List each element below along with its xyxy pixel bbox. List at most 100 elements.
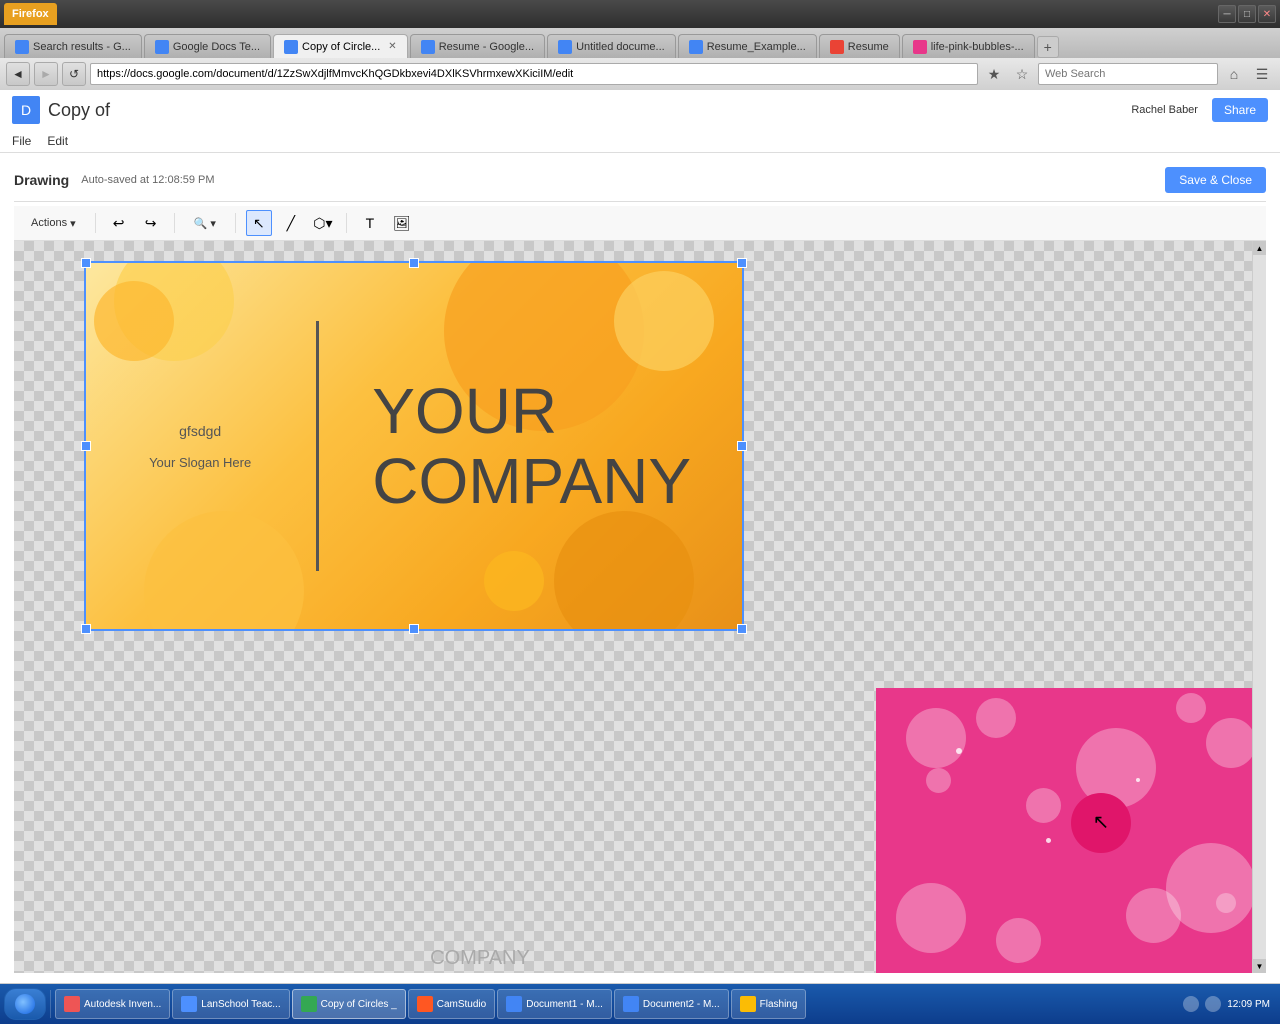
tab-label-search: Search results - G... [33, 41, 131, 53]
shape-tool-button[interactable]: ⬡▾ [310, 210, 336, 236]
vertical-scrollbar[interactable]: ▲ ▼ [1252, 241, 1266, 973]
taskbar-copy-circles[interactable]: Copy of Circles _ [292, 989, 406, 1019]
wb9 [996, 918, 1041, 963]
cam-icon [417, 996, 433, 1012]
selection-border [84, 261, 744, 631]
firefox-label: Firefox [4, 3, 57, 25]
tab-copy-of-circle[interactable]: Copy of Circle... ✕ [273, 34, 408, 58]
doc-header: D Copy of Rachel Baber Share File Edit [0, 90, 1280, 153]
handle-top-right[interactable] [737, 258, 747, 268]
tab-google-docs-te[interactable]: Google Docs Te... [144, 34, 271, 58]
minimize-button[interactable]: ─ [1218, 5, 1236, 23]
share-button[interactable]: Share [1212, 98, 1268, 122]
actions-label: Actions [31, 217, 67, 229]
bottom-partial-text: COMPANY [84, 943, 876, 973]
search-input[interactable] [1038, 63, 1218, 85]
drawing-header-row: Drawing Auto-saved at 12:08:59 PM Save &… [14, 163, 1266, 202]
tab-close-active[interactable]: ✕ [388, 41, 396, 52]
wb8 [896, 883, 966, 953]
systray-icon-2 [1205, 996, 1221, 1012]
start-button[interactable] [4, 988, 46, 1020]
save-close-button[interactable]: Save & Close [1165, 167, 1266, 193]
address-bar[interactable] [90, 63, 978, 85]
line-tool-button[interactable]: ╱ [278, 210, 304, 236]
tab-new-button[interactable]: + [1037, 36, 1059, 58]
tab-label-pink: life-pink-bubbles-... [931, 41, 1024, 53]
handle-bottom-left[interactable] [81, 624, 91, 634]
taskbar-doc2[interactable]: Document2 - M... [614, 989, 729, 1019]
zoom-dropdown: ▾ [210, 217, 216, 230]
wb7 [1026, 788, 1061, 823]
user-name: Rachel Baber [1131, 104, 1198, 116]
handle-middle-right[interactable] [737, 441, 747, 451]
taskbar-doc1[interactable]: Document1 - M... [497, 989, 612, 1019]
doc-menu-bar: File Edit [0, 130, 1280, 152]
taskbar-sep-1 [50, 990, 51, 1018]
taskbar-camstudio[interactable]: CamStudio [408, 989, 495, 1019]
handle-top-left[interactable] [81, 258, 91, 268]
forward-button[interactable]: ► [34, 62, 58, 86]
scroll-down-button[interactable]: ▼ [1253, 959, 1266, 973]
tab-resume-example[interactable]: Resume_Example... [678, 34, 817, 58]
toolbar-sep-4 [346, 213, 347, 233]
window-controls: ─ □ ✕ [1218, 5, 1276, 23]
wb1 [906, 708, 966, 768]
text-tool-button[interactable]: T [357, 210, 383, 236]
toolbar-sep-3 [235, 213, 236, 233]
reload-button[interactable]: ↺ [62, 62, 86, 86]
menu-edit[interactable]: Edit [47, 130, 68, 152]
taskbar-right: 12:09 PM [1183, 996, 1276, 1012]
wb4 [1176, 693, 1206, 723]
tab-search-results[interactable]: Search results - G... [4, 34, 142, 58]
menu-icon[interactable]: ☰ [1250, 62, 1274, 86]
handle-bottom-right[interactable] [737, 624, 747, 634]
nav-bar: ◄ ► ↺ ★ ☆ ⌂ ☰ [0, 58, 1280, 90]
flash-label: Flashing [760, 999, 798, 1010]
tab-life-pink[interactable]: life-pink-bubbles-... [902, 34, 1035, 58]
back-button[interactable]: ◄ [6, 62, 30, 86]
bookmark-icon[interactable]: ★ [982, 62, 1006, 86]
scroll-up-button[interactable]: ▲ [1253, 241, 1266, 255]
business-card-container[interactable]: gfsdgd Your Slogan Here YOUR COMPANY [84, 261, 744, 631]
doc-icon: D [12, 96, 40, 124]
handle-middle-left[interactable] [81, 441, 91, 451]
actions-menu-button[interactable]: Actions ▾ [22, 210, 85, 236]
tab-label-docs1: Google Docs Te... [173, 41, 260, 53]
sparkle1 [956, 748, 962, 754]
tab-resume[interactable]: Resume [819, 34, 900, 58]
cursor-icon: ↖ [1093, 809, 1110, 834]
tab-icon-untitled [558, 40, 572, 54]
home-icon[interactable]: ⌂ [1222, 62, 1246, 86]
scroll-track[interactable] [1253, 255, 1266, 959]
sparkle3 [1046, 838, 1051, 843]
bookmark-add-icon[interactable]: ☆ [1010, 62, 1034, 86]
maximize-button[interactable]: □ [1238, 5, 1256, 23]
menu-file[interactable]: File [12, 130, 31, 152]
doc2-label: Document2 - M... [643, 999, 720, 1010]
tab-untitled-doc[interactable]: Untitled docume... [547, 34, 676, 58]
toolbar-sep-2 [174, 213, 175, 233]
handle-bottom-center[interactable] [409, 624, 419, 634]
taskbar-autodesk[interactable]: Autodesk Inven... [55, 989, 170, 1019]
user-area: Rachel Baber Share [1131, 98, 1268, 122]
zoom-button[interactable]: 🔍 ▾ [185, 210, 225, 236]
redo-button[interactable]: ↪ [138, 210, 164, 236]
tab-label-resume: Resume - Google... [439, 41, 534, 53]
close-button[interactable]: ✕ [1258, 5, 1276, 23]
tab-icon-res2 [830, 40, 844, 54]
doc2-icon [623, 996, 639, 1012]
zoom-icon: 🔍 [194, 217, 208, 230]
taskbar-lanschool[interactable]: LanSchool Teac... [172, 989, 289, 1019]
undo-button[interactable]: ↩ [106, 210, 132, 236]
tab-icon-resume-ex [689, 40, 703, 54]
taskbar-flashing[interactable]: Flashing [731, 989, 807, 1019]
image-tool-button[interactable]: 🖼 [389, 210, 415, 236]
tab-resume-google[interactable]: Resume - Google... [410, 34, 545, 58]
actions-dropdown-icon: ▾ [70, 217, 76, 230]
circles-label: Copy of Circles _ [321, 999, 397, 1010]
handle-top-center[interactable] [409, 258, 419, 268]
partial-company-text: COMPANY [430, 947, 530, 970]
select-tool-button[interactable]: ↖ [246, 210, 272, 236]
wb5 [1206, 718, 1256, 768]
shape-dropdown-icon: ⬡▾ [313, 215, 332, 232]
